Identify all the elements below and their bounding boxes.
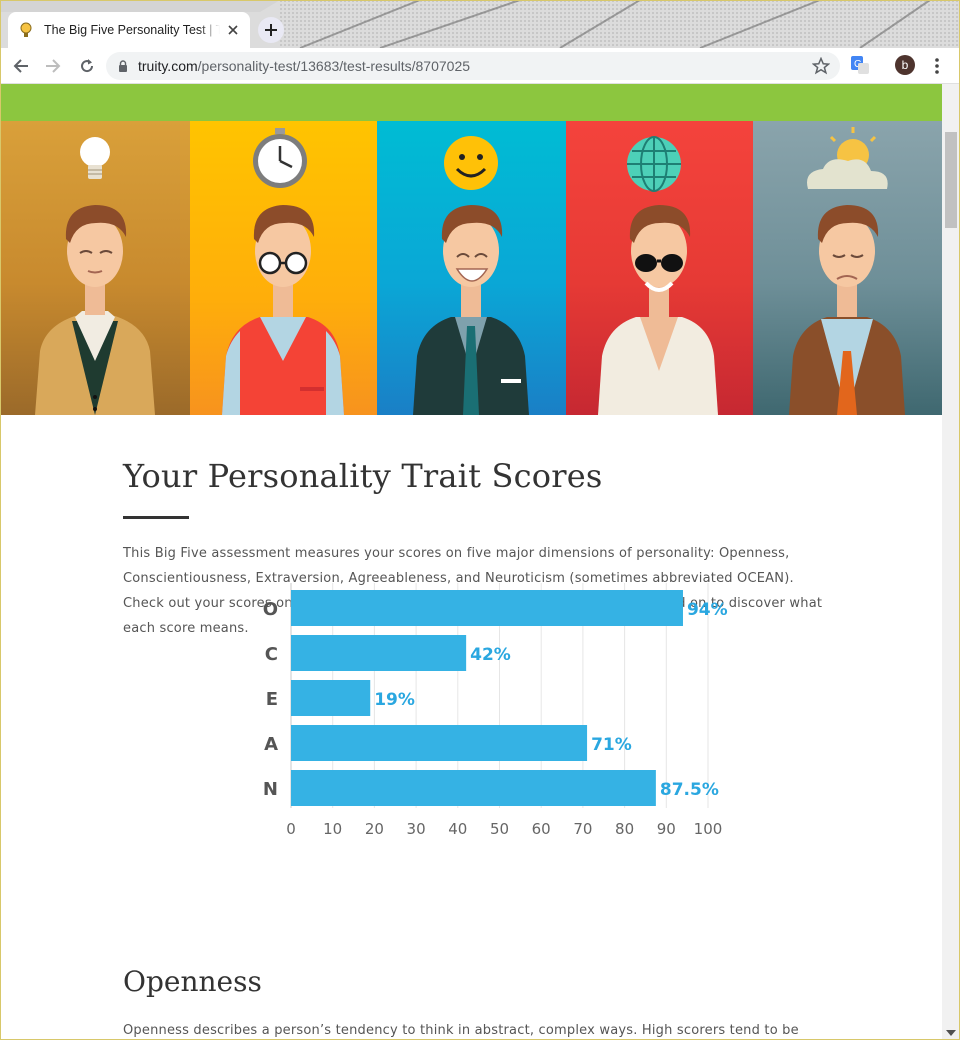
vertical-scrollbar[interactable] [942,84,960,1040]
x-tick-label: 60 [532,820,551,838]
url-host: truity.com [138,58,198,74]
title-underline [123,516,189,519]
tab-title: The Big Five Personality Test | Truity [44,23,220,37]
hero-panel-extraversion [377,121,566,415]
page-title: Your Personality Trait Scores [123,457,603,495]
category-label-o: O [263,599,278,620]
forward-button[interactable] [42,55,64,77]
page-viewport: Your Personality Trait Scores This Big F… [0,84,942,1040]
lock-icon [119,60,127,72]
active-tab[interactable]: The Big Five Personality Test | Truity [8,12,250,48]
chart-bar-o [291,590,683,626]
category-label-a: A [264,734,278,755]
profile-avatar[interactable]: b [895,55,915,75]
reload-button[interactable] [76,55,98,77]
person-figure [222,205,344,415]
x-tick-label: 0 [286,820,296,838]
x-tick-label: 90 [657,820,676,838]
more-menu-icon[interactable] [928,56,946,76]
person-figure [789,205,905,415]
close-tab-icon[interactable] [224,21,242,39]
person-figure [413,205,529,415]
hero-panel-openness [0,121,190,415]
translate-extension-icon[interactable]: G [850,55,870,75]
category-label-e: E [266,689,278,710]
address-bar[interactable]: truity.com/personality-test/13683/test-r… [106,52,840,80]
tab-strip: The Big Five Personality Test | Truity [0,0,960,48]
x-tick-label: 100 [694,820,723,838]
url-path: /personality-test/13683/test-results/870… [197,58,471,74]
section-title-openness: Openness [123,965,262,998]
chart-bar-n [291,770,656,806]
back-button[interactable] [10,55,32,77]
openness-paragraph: Openness describes a person’s tendency t… [123,1023,799,1038]
lightbulb-icon [80,137,110,179]
browser-toolbar: truity.com/personality-test/13683/test-r… [0,48,960,84]
x-tick-label: 20 [365,820,384,838]
value-label-n: 87.5% [660,780,719,800]
chart-bar-c [291,635,467,671]
arrow-left-icon [13,59,28,73]
hero-panel-agreeableness [566,121,753,415]
hero-panel-conscientiousness [190,121,377,415]
x-tick-label: 40 [448,820,467,838]
x-tick-label: 80 [615,820,634,838]
cloudy-sun-icon [807,127,888,189]
scroll-down-arrow-icon[interactable] [946,1030,956,1036]
bookmark-star-icon[interactable] [812,57,830,75]
value-label-o: 94% [687,600,728,620]
reload-icon [81,59,94,73]
hero-illustration [0,121,942,415]
plus-icon [265,24,277,36]
ocean-bar-chart: 0 10 20 30 40 50 60 70 80 90 100 O 94% C 42% E 19% A 71% N 8… [263,583,728,838]
hero-panel-neuroticism [753,121,942,415]
value-label-e: 19% [374,690,415,710]
scrollbar-thumb[interactable] [945,132,957,228]
x-tick-label: 50 [490,820,509,838]
lightbulb-icon [18,22,34,38]
x-tick-label: 70 [573,820,592,838]
smiley-icon [444,136,498,190]
value-label-a: 71% [591,735,632,755]
header-bar [0,84,942,121]
category-label-c: C [265,644,278,665]
chart-bar-e [291,680,371,716]
globe-icon [627,136,681,192]
person-figure [35,205,155,415]
person-figure [598,205,718,415]
url-text: truity.com/personality-test/13683/test-r… [138,58,470,74]
category-label-n: N [263,779,278,800]
x-tick-label: 30 [407,820,426,838]
chart-bar-a [291,725,588,761]
new-tab-button[interactable] [258,17,284,43]
arrow-right-icon [46,59,61,73]
value-label-c: 42% [470,645,511,665]
clock-icon [253,128,307,188]
x-tick-label: 10 [323,820,342,838]
